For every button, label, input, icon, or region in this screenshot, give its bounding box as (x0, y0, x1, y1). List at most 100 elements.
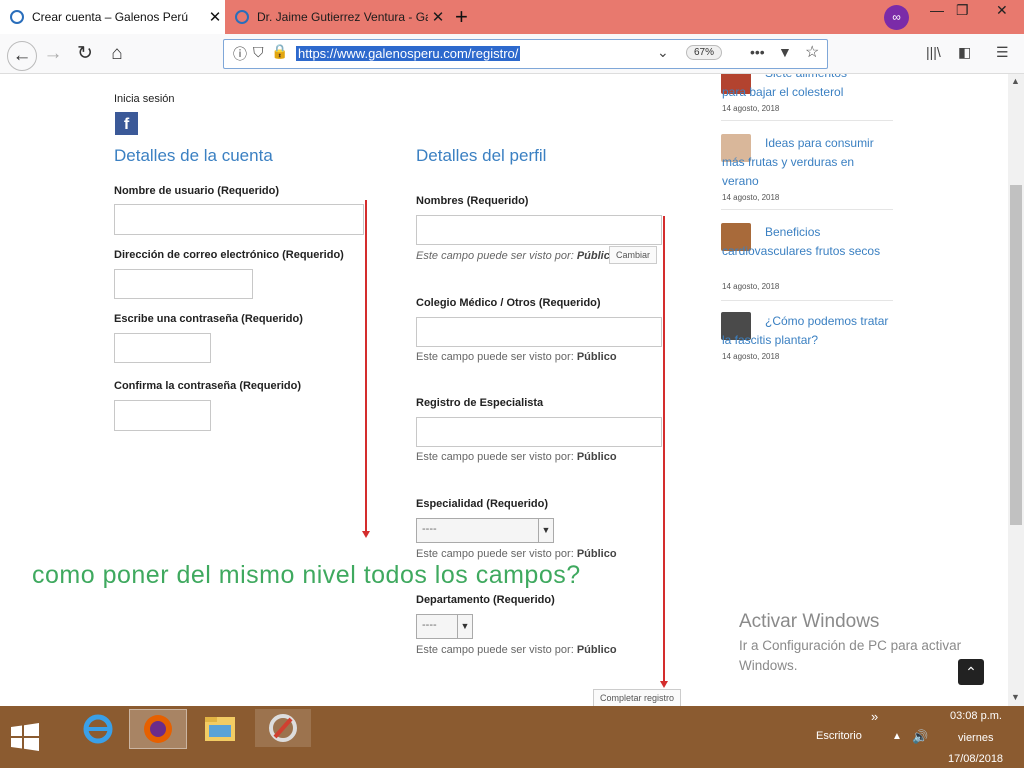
close-tab-icon[interactable]: ✕ (205, 8, 225, 26)
reload-button[interactable]: ↻ (73, 42, 97, 66)
restore-button[interactable]: ❐ (956, 2, 969, 19)
password-label: Escribe una contraseña (Requerido) (114, 313, 303, 325)
menu-icon[interactable]: ☰ (996, 44, 1009, 61)
chevron-down-icon: ▼ (457, 615, 472, 638)
site-favicon-icon (235, 10, 249, 24)
complete-registration-button[interactable]: Completar registro (593, 689, 682, 706)
confirm-password-input[interactable] (114, 400, 211, 431)
login-label: Inicia sesión (114, 93, 175, 105)
departamento-label: Departamento (Requerido) (416, 594, 555, 606)
chevron-down-icon[interactable]: ⌄ (657, 44, 669, 61)
firefox-icon[interactable] (129, 709, 187, 749)
especialidad-visibility: Este campo puede ser visto por: Público (416, 548, 617, 560)
scrollbar-thumb[interactable] (1010, 185, 1022, 525)
post-link[interactable]: Beneficios cardiovasculares frutos secos (722, 223, 890, 261)
visibility-text: Este campo puede ser visto por: (416, 250, 574, 262)
post-link[interactable]: Siete alimentos para bajar el colesterol (722, 74, 872, 102)
departamento-select[interactable]: ---- ▼ (416, 614, 473, 639)
pocket-icon[interactable]: ▼ (778, 44, 792, 60)
windows-start-icon[interactable] (10, 722, 40, 752)
zoom-level[interactable]: 67% (686, 45, 723, 60)
username-label: Nombre de usuario (Requerido) (114, 185, 280, 197)
confirm-password-label: Confirma la contraseña (Requerido) (114, 380, 302, 392)
annotation-arrow-left (365, 200, 367, 531)
facebook-icon[interactable]: f (115, 112, 138, 135)
nombres-label: Nombres (Requerido) (416, 195, 529, 207)
visibility-value: Público (576, 351, 617, 363)
bookmark-star-icon[interactable]: ☆ (805, 42, 819, 62)
visibility-text: Este campo puede ser visto por: (416, 644, 574, 656)
file-explorer-icon[interactable] (192, 709, 248, 747)
email-label: Dirección de correo electrónico (Requeri… (114, 249, 344, 261)
library-icon[interactable]: |||\ (926, 44, 941, 60)
nombres-input[interactable] (416, 215, 662, 245)
visibility-value: Público (576, 451, 617, 463)
visibility-text: Este campo puede ser visto por: (416, 451, 574, 463)
page-content: Inicia sesión f Detalles de la cuenta De… (0, 74, 1008, 706)
tab-title: Crear cuenta – Galenos Perú (32, 10, 189, 24)
snipping-tool-icon[interactable] (255, 709, 311, 747)
scroll-down-arrow-icon[interactable]: ▼ (1011, 692, 1020, 702)
nombres-visibility: Este campo puede ser visto por: Público (416, 250, 617, 262)
selected-value: ---- (422, 619, 437, 631)
activate-windows-subtitle: Ir a Configuración de PC para activar Wi… (739, 638, 962, 673)
change-visibility-button[interactable]: Cambiar (609, 246, 658, 264)
desktop-toolbar-label[interactable]: Escritorio (816, 730, 862, 742)
selected-value: ---- (422, 523, 437, 535)
clock-date[interactable]: 17/08/2018 (948, 753, 1003, 765)
annotation-arrowhead-right (660, 681, 668, 688)
show-hidden-icons-icon[interactable]: ▲ (892, 731, 902, 742)
profile-details-heading: Detalles del perfil (416, 146, 547, 165)
divider (721, 120, 893, 121)
especialidad-label: Especialidad (Requerido) (416, 498, 549, 510)
sidebar-icon[interactable]: ◧ (958, 44, 971, 61)
url-text[interactable]: https://www.galenosperu.com/registro/ (296, 46, 521, 61)
forward-button[interactable]: → (41, 42, 65, 66)
visibility-text: Este campo puede ser visto por: (416, 351, 574, 363)
chevron-down-icon: ▼ (538, 519, 553, 542)
annotation-arrow-right (663, 216, 665, 682)
tab-title: Dr. Jaime Gutierrez Ventura - Ga (257, 10, 428, 24)
annotation-arrowhead-left (362, 531, 370, 538)
password-input[interactable] (114, 333, 211, 363)
post-date: 14 agosto, 2018 (722, 352, 780, 361)
close-window-button[interactable]: ✕ (996, 2, 1008, 19)
annotation-question: como poner del mismo nivel todos los cam… (32, 561, 581, 589)
scroll-to-top-button[interactable]: ⌃ (958, 659, 984, 685)
colegio-input[interactable] (416, 317, 662, 347)
email-input[interactable] (114, 269, 253, 299)
clock-time[interactable]: 03:08 p.m. (950, 710, 1002, 722)
post-date: 14 agosto, 2018 (722, 193, 780, 202)
page-actions-icon[interactable]: ••• (750, 44, 765, 60)
private-browsing-mask-icon: ∞ (884, 5, 909, 30)
tracking-shield-icon[interactable]: ⛉ (253, 44, 264, 61)
username-input[interactable] (114, 204, 364, 235)
divider (721, 300, 893, 301)
volume-icon[interactable]: 🔊 (912, 729, 928, 745)
internet-explorer-icon[interactable] (70, 709, 126, 747)
post-link[interactable]: Ideas para consumir más frutas y verdura… (722, 134, 894, 191)
post-link[interactable]: ¿Cómo podemos tratar la fascitis plantar… (722, 312, 897, 350)
home-button[interactable]: ⌂ (105, 42, 129, 66)
colegio-label: Colegio Médico / Otros (Requerido) (416, 297, 601, 309)
divider (721, 209, 893, 210)
visibility-value: Público (576, 644, 617, 656)
activate-windows-title: Activar Windows (739, 611, 880, 632)
new-tab-button[interactable]: + (455, 4, 468, 30)
post-date: 14 agosto, 2018 (722, 104, 780, 113)
lock-icon[interactable]: 🔒 (271, 43, 288, 60)
visibility-text: Este campo puede ser visto por: (416, 548, 574, 560)
minimize-button[interactable]: — (930, 2, 944, 18)
registro-especialista-input[interactable] (416, 417, 662, 447)
info-icon[interactable]: ⓘ (233, 44, 247, 64)
close-tab-icon[interactable]: ✕ (428, 8, 448, 26)
especialidad-select[interactable]: ---- ▼ (416, 518, 554, 543)
clock-day[interactable]: viernes (958, 732, 993, 744)
colegio-visibility: Este campo puede ser visto por: Público (416, 351, 617, 363)
tab-crear-cuenta[interactable]: Crear cuenta – Galenos Perú ✕ (0, 0, 225, 34)
tab-jaime-gutierrez[interactable]: Dr. Jaime Gutierrez Ventura - Ga ✕ (225, 0, 448, 34)
visibility-value: Público (576, 548, 617, 560)
scroll-up-arrow-icon[interactable]: ▲ (1011, 76, 1020, 86)
back-button[interactable]: ← (7, 41, 37, 71)
toolbar-overflow-chevron[interactable]: » (871, 709, 878, 724)
